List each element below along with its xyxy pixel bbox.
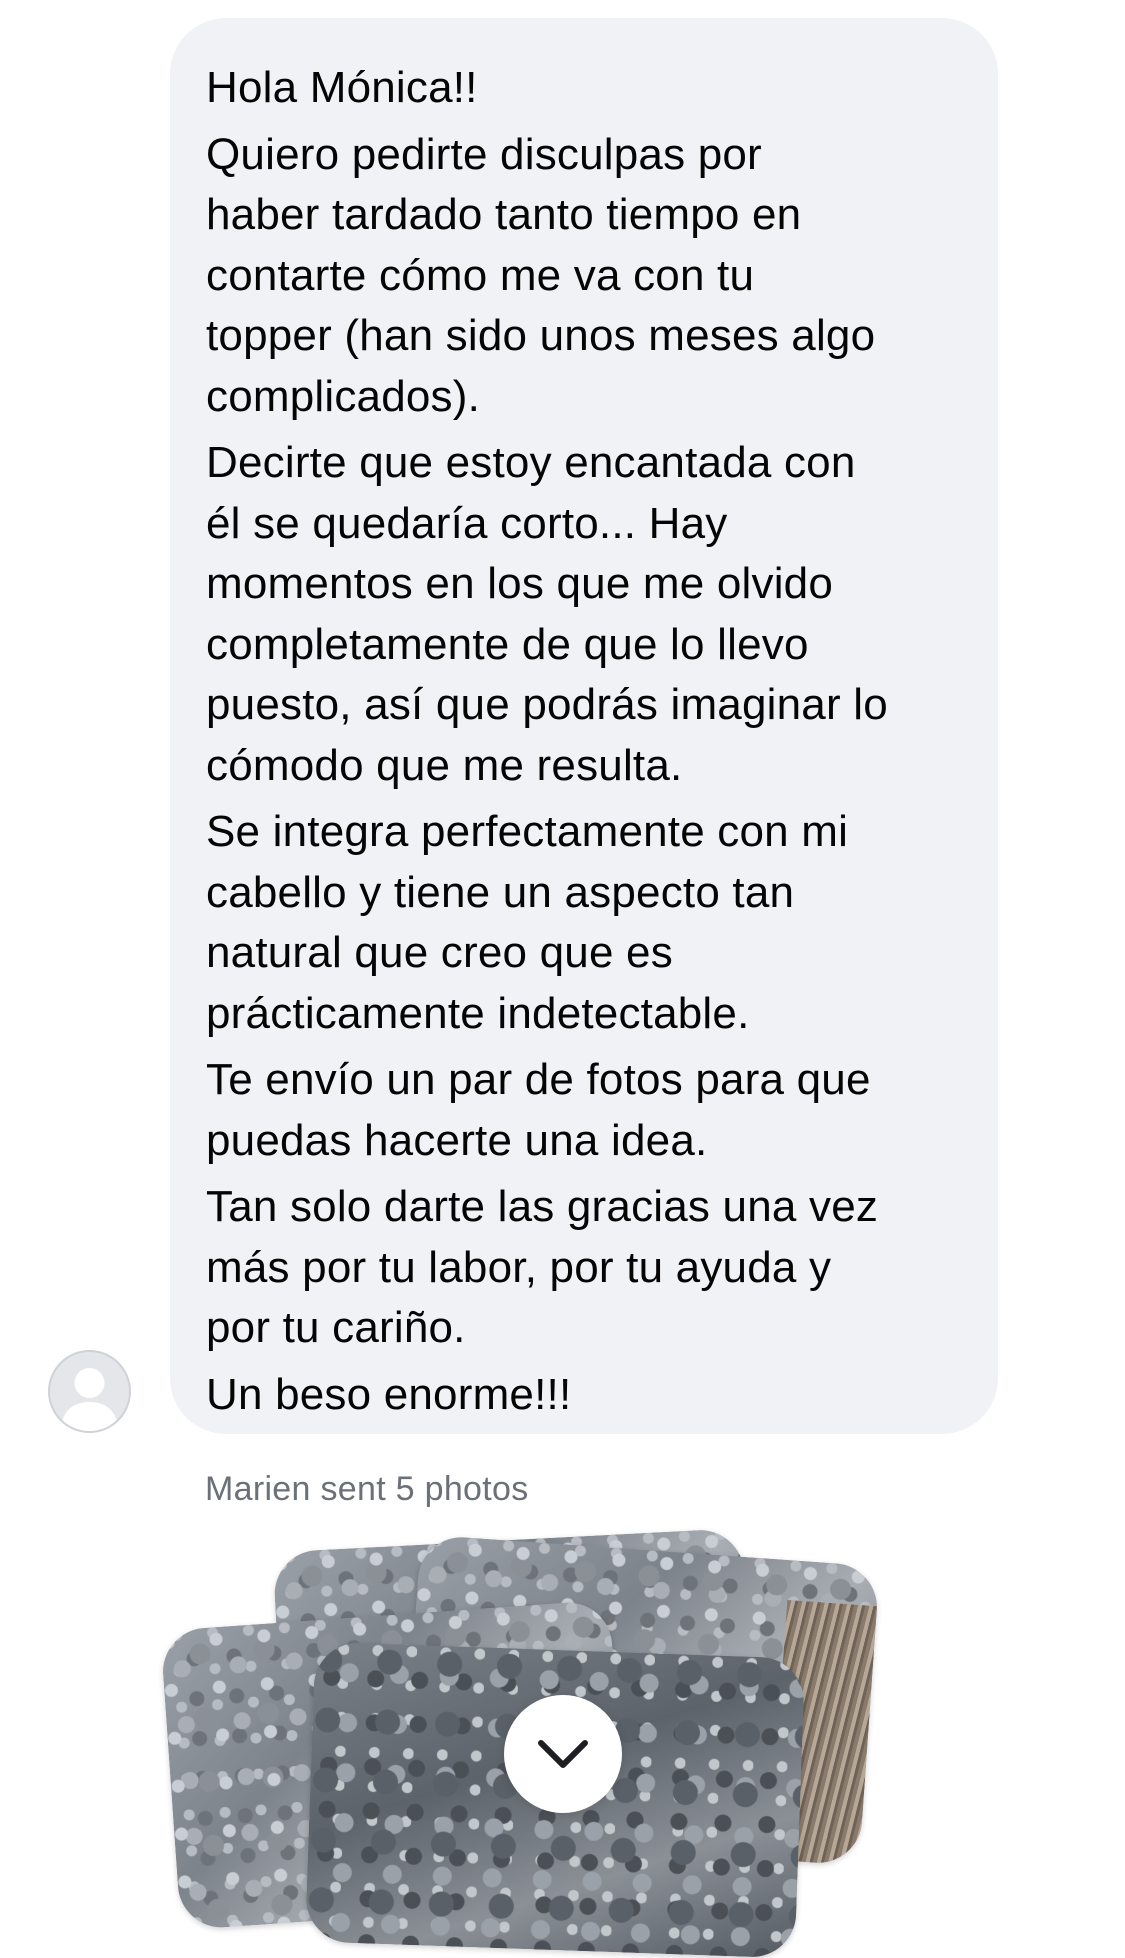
message-paragraph: Un beso enorme!!! xyxy=(206,1369,572,1419)
message-paragraph: Tan solo darte las gracias una vez más p… xyxy=(206,1182,879,1352)
message-paragraph: Decirte que estoy encantada con él se qu… xyxy=(206,438,888,790)
chevron-down-icon xyxy=(538,1740,588,1768)
expand-photos-button[interactable] xyxy=(504,1695,622,1813)
default-avatar-icon xyxy=(60,1368,119,1431)
photo-stack[interactable] xyxy=(160,1527,890,1958)
message-paragraph: Te envío un par de fotos para que puedas… xyxy=(206,1055,871,1165)
message-paragraph: Quiero pedirte disculpas por haber tarda… xyxy=(206,129,876,421)
message-bubble[interactable]: Hola Mónica!! Quiero pedirte disculpas p… xyxy=(170,18,998,1434)
message-paragraph: Se integra perfectamente con mi cabello … xyxy=(206,807,849,1038)
message-paragraph: Hola Mónica!! xyxy=(206,63,478,112)
photos-sent-label: Marien sent 5 photos xyxy=(205,1470,529,1508)
avatar[interactable] xyxy=(48,1350,131,1433)
